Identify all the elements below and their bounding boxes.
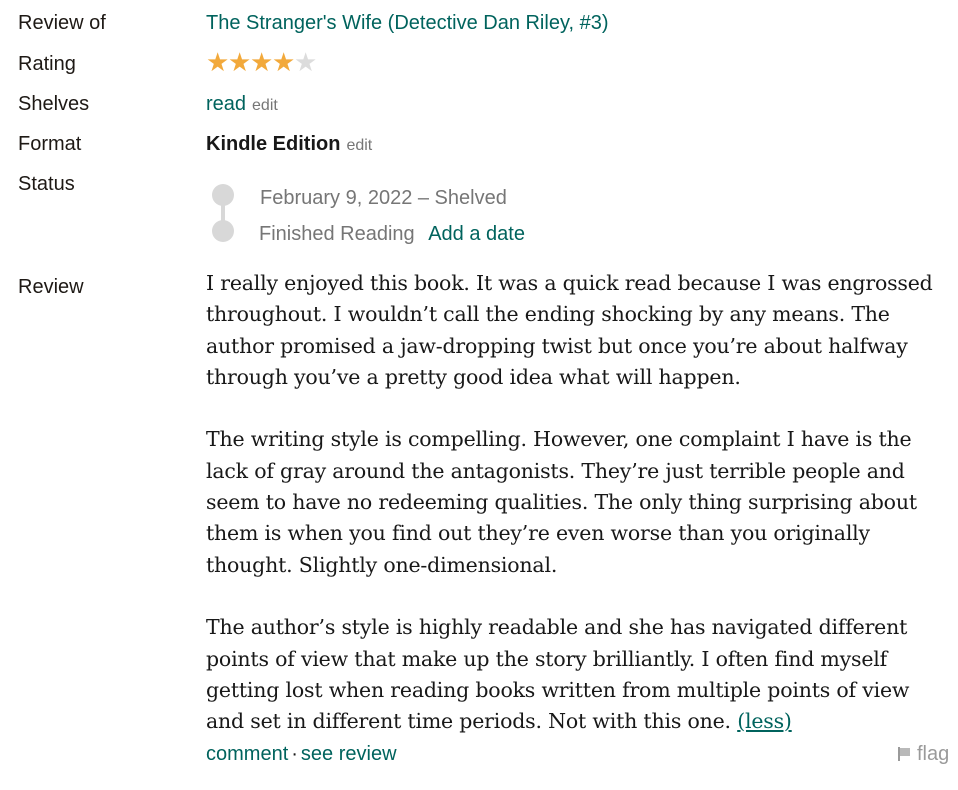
- star-3-icon[interactable]: ★: [250, 49, 273, 75]
- flag-label: flag: [917, 743, 950, 765]
- format-value: Kindle Edition: [206, 133, 341, 155]
- review-footer: comment · see review: [206, 742, 397, 766]
- see-review-link[interactable]: see review: [301, 743, 397, 765]
- review-paragraph: The writing style is compelling. However…: [206, 427, 917, 577]
- flag-icon: [896, 746, 912, 762]
- comment-link[interactable]: comment: [206, 743, 288, 765]
- shelves-row: read edit: [206, 92, 278, 118]
- review-paragraph-text: The author’s style is highly readable an…: [206, 615, 910, 734]
- status-dot-shelved: [212, 184, 234, 206]
- flag-button[interactable]: flag: [896, 742, 949, 766]
- star-2-icon[interactable]: ★: [228, 49, 251, 75]
- status-timeline: [212, 184, 234, 244]
- footer-separator: ·: [291, 743, 298, 765]
- review-paragraph: I really enjoyed this book. It was a qui…: [206, 271, 933, 389]
- label-status: Status: [18, 173, 75, 195]
- less-link[interactable]: (less): [737, 709, 792, 733]
- star-rating[interactable]: ★ ★ ★ ★ ★: [206, 49, 317, 75]
- format-edit-link[interactable]: edit: [346, 137, 372, 154]
- status-shelved-text: February 9, 2022 – Shelved: [260, 187, 507, 209]
- label-format: Format: [18, 133, 82, 155]
- status-finished-label: Finished Reading: [259, 223, 415, 245]
- review-text: I really enjoyed this book. It was a qui…: [206, 268, 951, 737]
- label-review: Review: [18, 276, 84, 298]
- star-4-icon[interactable]: ★: [272, 49, 295, 75]
- star-1-icon[interactable]: ★: [206, 49, 229, 75]
- star-5-icon[interactable]: ★: [294, 49, 317, 75]
- shelves-edit-link[interactable]: edit: [252, 97, 278, 114]
- review-paragraph-last: The author’s style is highly readable an…: [206, 612, 951, 737]
- label-review-of: Review of: [18, 12, 106, 34]
- book-title-row: The Stranger's Wife (Detective Dan Riley…: [206, 11, 608, 35]
- label-shelves: Shelves: [18, 93, 90, 115]
- book-title-link[interactable]: The Stranger's Wife (Detective Dan Riley…: [206, 12, 608, 34]
- status-finished-row: Finished Reading Add a date: [259, 222, 525, 246]
- format-row: Kindle Edition edit: [206, 132, 372, 158]
- add-date-link[interactable]: Add a date: [428, 223, 525, 245]
- label-rating: Rating: [18, 53, 76, 75]
- shelf-link-read[interactable]: read: [206, 93, 246, 115]
- status-dot-finished: [212, 220, 234, 242]
